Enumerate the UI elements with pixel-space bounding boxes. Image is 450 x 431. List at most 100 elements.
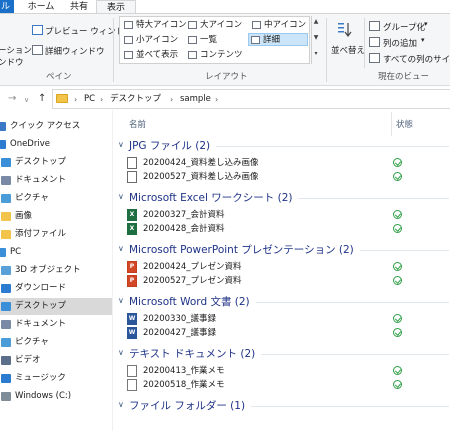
layout-large-icons[interactable]: 大アイコン (186, 19, 248, 32)
column-header-status[interactable]: 状態 (396, 118, 413, 130)
group-title: テキスト ドキュメント (2) (129, 348, 256, 360)
nav-item[interactable]: 添付ファイル (0, 226, 112, 243)
chevron-right-icon[interactable]: › (100, 93, 103, 106)
nav-item-label: 画像 (15, 211, 33, 221)
nav-item[interactable]: ダウンロード (0, 280, 112, 297)
breadcrumb-pc[interactable]: PC (84, 93, 95, 106)
file-row[interactable]: W 20200427_議事録 (127, 326, 450, 340)
up-icon[interactable]: ↑ (38, 92, 46, 106)
chevron-right-icon[interactable]: › (74, 93, 77, 106)
nav-item[interactable]: ピクチャ (0, 334, 112, 351)
nav-item[interactable]: Windows (C:) (0, 388, 112, 405)
group-header[interactable]: ∨ テキスト ドキュメント (2) (117, 346, 450, 362)
gallery-more-icon[interactable]: ▾ (312, 50, 320, 57)
ribbon: ーション ンドウ プレビュー ウィンドウ 詳細ウィンドウ ペイン 特大アイコン … (0, 13, 450, 86)
navigation-pane-label-1: ーション (0, 46, 32, 56)
video-icon (1, 356, 11, 365)
nav-item[interactable]: ピクチャ (0, 190, 112, 207)
tab-share[interactable]: 共有 (64, 0, 94, 14)
layout-extra-large-icons[interactable]: 特大アイコン (122, 19, 187, 32)
sync-status-check-icon (393, 158, 402, 167)
chevron-down-icon[interactable]: ∨ (118, 140, 124, 149)
nav-item[interactable]: PC (0, 244, 112, 261)
excel-file-icon: X (127, 223, 137, 235)
chevron-down-icon[interactable]: ∨ (118, 244, 124, 253)
chevron-right-icon[interactable]: › (170, 93, 173, 106)
file-row[interactable]: X 20200428_会計資料 (127, 222, 450, 236)
back-icon[interactable]: → (8, 92, 16, 106)
word-file-icon: W (127, 327, 137, 339)
file-name: 20200428_会計資料 (143, 224, 225, 234)
chevron-down-icon[interactable]: ∨ (118, 192, 124, 201)
nav-item-label: ドキュメント (15, 319, 67, 329)
layout-gallery: 特大アイコン 大アイコン 中アイコン 小アイコン 一覧 詳細 並べて表示 コンテ… (119, 16, 310, 64)
layout-medium-icons[interactable]: 中アイコン (250, 19, 308, 32)
column-divider[interactable] (391, 112, 392, 136)
file-row[interactable]: 20200527_資料差し込み画像 (127, 170, 450, 184)
layout-item-label: 並べて表示 (136, 50, 179, 60)
nav-item[interactable]: 画像 (0, 208, 112, 225)
image-file-icon (127, 157, 137, 169)
sort-by-label: 並べ替え (331, 46, 366, 56)
breadcrumb-sample[interactable]: sample (180, 93, 211, 106)
column-header-name[interactable]: 名前 (129, 118, 146, 130)
group-header[interactable]: ∨ Microsoft Excel ワークシート (2) (117, 190, 450, 206)
file-row[interactable]: 20200518_作業メモ (127, 378, 450, 392)
size-all-columns-label: すべての列のサイズ (383, 55, 450, 65)
nav-item[interactable]: デスクトップ (0, 154, 112, 171)
navigation-pane: クイック アクセス OneDrive デスクトップ ドキュメント ピクチャ 画像 添付ファイ… (0, 118, 112, 431)
sync-status-check-icon (393, 328, 402, 337)
layout-content[interactable]: コンテンツ (186, 49, 248, 62)
layout-details[interactable]: 詳細 (248, 33, 308, 46)
file-name: 20200424_資料差し込み画像 (143, 158, 259, 168)
nav-item[interactable]: ビデオ (0, 352, 112, 369)
nav-item[interactable]: OneDrive (0, 136, 112, 153)
folder-icon (56, 94, 68, 103)
chevron-down-icon[interactable]: ∨ (118, 400, 124, 409)
nav-item-label: ビデオ (15, 355, 41, 365)
scroll-down-icon[interactable]: ▼ (312, 34, 320, 41)
address-bar: → ∨ ↑ › PC › デスクトップ › sample › (0, 88, 450, 110)
file-name: 20200518_作業メモ (143, 380, 225, 390)
group-header[interactable]: ∨ Microsoft Word 文書 (2) (117, 294, 450, 310)
nav-item[interactable]: デスクトップ (0, 298, 112, 315)
file-row[interactable]: 20200413_作業メモ (127, 364, 450, 378)
tab-view[interactable]: 表示 (96, 0, 136, 14)
layout-tiles[interactable]: 並べて表示 (122, 49, 182, 62)
tab-file[interactable]: ル (0, 0, 14, 14)
layout-small-icons[interactable]: 小アイコン (122, 34, 182, 47)
nav-item[interactable]: 3D オブジェクト (0, 262, 112, 279)
chevron-right-icon[interactable]: › (215, 93, 218, 106)
file-name: 20200424_プレゼン資料 (143, 262, 242, 272)
tab-home[interactable]: ホーム (24, 0, 58, 14)
file-row[interactable]: W 20200330_議事録 (127, 312, 450, 326)
details-pane-icon (32, 45, 43, 55)
breadcrumb-desktop[interactable]: デスクトップ (110, 93, 161, 106)
scroll-up-icon[interactable]: ▲ (312, 18, 320, 25)
medium-icons-icon (252, 21, 261, 29)
chevron-down-icon[interactable]: ∨ (118, 296, 124, 305)
chevron-down-icon[interactable]: ∨ (118, 348, 124, 357)
file-name: 20200527_プレゼン資料 (143, 276, 242, 286)
pc-icon (0, 248, 6, 257)
group-divider (360, 250, 449, 251)
current-view-group-label: 現在のビュー (378, 72, 430, 82)
recent-locations-icon[interactable]: ∨ (24, 93, 29, 107)
nav-item[interactable]: ドキュメント (0, 316, 112, 333)
group-header[interactable]: ∨ ファイル フォルダー (1) (117, 398, 450, 414)
group-header[interactable]: ∨ Microsoft PowerPoint プレゼンテーション (2) (117, 242, 450, 258)
file-row[interactable]: P 20200527_プレゼン資料 (127, 274, 450, 288)
file-row[interactable]: 20200424_資料差し込み画像 (127, 156, 450, 170)
nav-item[interactable]: クイック アクセス (0, 118, 112, 135)
layout-gallery-scroll[interactable]: ▲ ▼ ▾ (311, 16, 319, 64)
group-title: Microsoft Word 文書 (2) (129, 296, 250, 308)
file-row[interactable]: P 20200424_プレゼン資料 (127, 260, 450, 274)
address-field[interactable]: › PC › デスクトップ › sample › (52, 89, 450, 109)
nav-item[interactable]: ミュージック (0, 370, 112, 387)
group-header[interactable]: ∨ JPG ファイル (2) (117, 138, 450, 154)
layout-item-label: 一覧 (200, 35, 218, 45)
file-row[interactable]: X 20200327_会計資料 (127, 208, 450, 222)
group-divider (298, 198, 449, 199)
nav-item[interactable]: ドキュメント (0, 172, 112, 189)
layout-list[interactable]: 一覧 (186, 34, 248, 47)
